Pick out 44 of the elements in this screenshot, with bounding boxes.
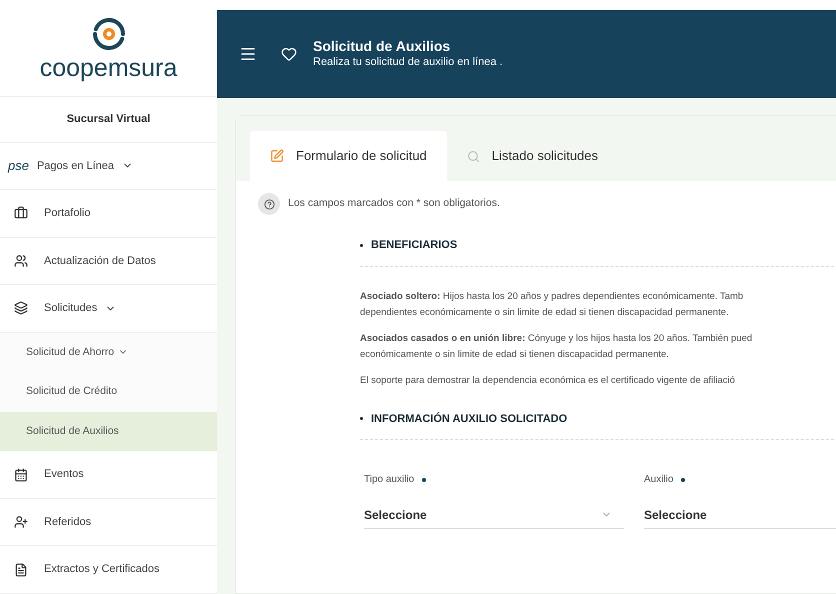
submenu-item[interactable]: Solicitud de Ahorro bbox=[0, 332, 217, 372]
heart-icon bbox=[281, 46, 297, 62]
sidebar-item-label: Eventos bbox=[44, 467, 84, 482]
required-notice: Los campos marcados con * son obligatorios. bbox=[288, 196, 500, 212]
select-field[interactable]: Seleccione bbox=[364, 501, 624, 529]
tab[interactable]: Formulario de solicitud bbox=[250, 131, 447, 181]
briefcase-icon bbox=[14, 206, 28, 220]
section-title: INFORMACIÓN AUXILIO SOLICITADO bbox=[371, 411, 568, 426]
sidebar-item-label: Actualización de Datos bbox=[44, 254, 156, 269]
page-title: Solicitud de Auxilios bbox=[313, 38, 452, 56]
submenu-label: Solicitud de Crédito bbox=[26, 384, 118, 400]
sidebar-item-label: Referidos bbox=[44, 514, 92, 530]
menu-icon[interactable] bbox=[239, 45, 257, 63]
sidebar-item-label: Pagos en Línea bbox=[36, 158, 114, 174]
paragraph-line: dependientes económicamente o sin limite de edad si tienen discapacidad permanente. bbox=[360, 306, 730, 320]
field-label: Auxilio bbox=[644, 473, 674, 487]
logo-icon bbox=[90, 16, 126, 52]
paragraph-line: Asociados casados o en unión libre: Cónyuge y los hijos hasta los 20 años. También pued bbox=[360, 332, 754, 346]
select-field[interactable]: Seleccione bbox=[644, 501, 836, 529]
submenu-item[interactable]: Solicitud de Auxilios bbox=[0, 412, 217, 452]
sidebar-item-label: Solicitudes bbox=[44, 301, 98, 316]
page-subtitle: Realiza tu solicitud de auxilio en línea . bbox=[313, 56, 503, 70]
user-plus-icon bbox=[14, 515, 28, 530]
section-title: BENEFICIARIOS bbox=[371, 238, 458, 253]
users-icon bbox=[14, 254, 28, 268]
sidebar-item-label: Extractos y Certificados bbox=[44, 562, 160, 578]
help-icon bbox=[264, 198, 274, 210]
calendar-icon bbox=[14, 468, 28, 482]
brand-name: coopemsura bbox=[40, 56, 178, 80]
tab[interactable]: Listado solicitudes bbox=[446, 131, 618, 181]
search-icon bbox=[466, 150, 480, 162]
submenu-label: Solicitud de Auxilios bbox=[26, 424, 119, 439]
field-label: Tipo auxilio bbox=[364, 473, 414, 487]
edit-icon bbox=[270, 149, 284, 163]
sidebar-item-label: Portafolio bbox=[44, 206, 90, 222]
paragraph-line: Asociado soltero: Hijos hasta los 20 años y padres dependientes económicamente. Tamb bbox=[360, 290, 744, 304]
layers-icon bbox=[14, 301, 28, 316]
sidebar-title: Sucursal Virtual bbox=[66, 112, 150, 128]
submenu-item[interactable]: Solicitud de Crédito bbox=[0, 372, 217, 412]
paragraph-line: económicamente o sin limite de edad si tienen discapacidad permanente. bbox=[360, 348, 670, 362]
document-icon bbox=[14, 562, 28, 577]
paragraph-line: El soporte para demostrar la dependencia económica es el certificado vigente de afiliació bbox=[360, 374, 736, 388]
submenu-label: Solicitud de Ahorro bbox=[26, 344, 114, 360]
pse-logo: pse bbox=[8, 157, 29, 176]
